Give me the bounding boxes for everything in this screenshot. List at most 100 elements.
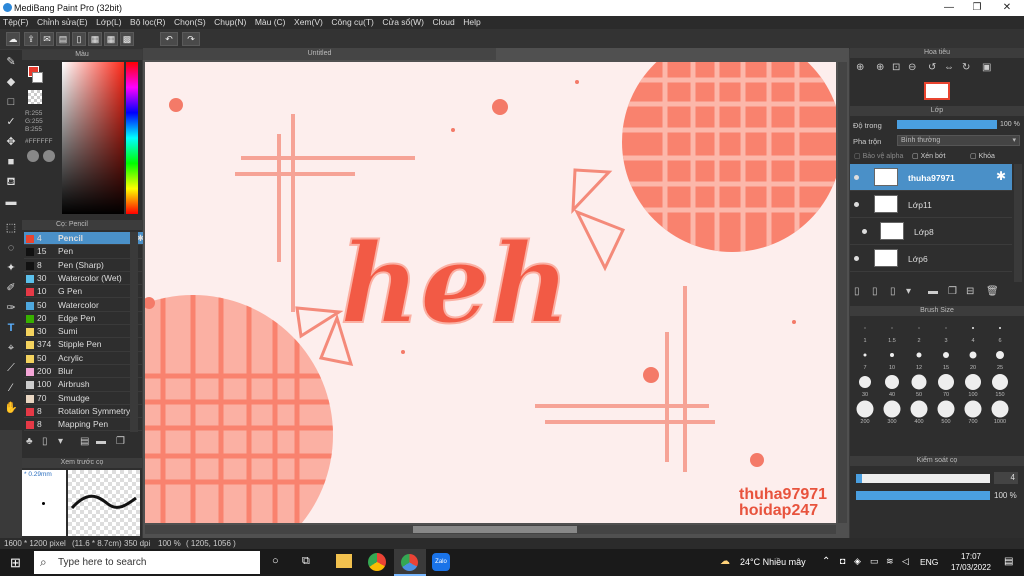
color-settings-icon[interactable] [43,150,55,162]
new-layer-8bit-icon[interactable]: ▯ [872,286,878,297]
rotate-right-icon[interactable]: ↻ [962,62,970,73]
clipping-checkbox[interactable]: ▢ Xén bớt [912,152,945,160]
eraser-tool-icon[interactable]: ◆ [3,74,19,90]
horizontal-scrollbar[interactable] [145,525,836,534]
layer-row[interactable]: Lớp11 [850,191,1012,218]
share-icon[interactable]: ⇪ [24,32,38,46]
visibility-icon[interactable] [862,229,867,234]
add-brush-icon[interactable]: ♣ [26,436,33,447]
select-tool-icon[interactable]: ⬚ [3,220,19,236]
menu-view[interactable]: Xem(V) [291,16,326,29]
brush-size-option[interactable]: 7 [852,345,878,371]
brush-size-option[interactable]: 300 [879,399,905,425]
weather-text[interactable]: 24°C Nhiều mây [740,557,806,567]
menu-tools[interactable]: Công cụ(T) [328,16,377,29]
zoom-out-icon[interactable]: ⊖ [908,62,916,73]
layer-row[interactable]: thuha97971 ✱ [850,164,1012,191]
brush-size-option[interactable]: 40 [879,372,905,398]
menu-select[interactable]: Chọn(S) [171,16,209,29]
brush-size-option[interactable]: 150 [987,372,1013,398]
brush-size-option[interactable]: 50 [906,372,932,398]
flip-icon[interactable]: ⇔ [944,62,954,73]
menu-edit[interactable]: Chỉnh sửa(E) [34,16,91,29]
duplicate-layer-icon[interactable]: ❐ [948,286,957,297]
merge-layer-icon[interactable]: ⊟ [966,286,974,297]
task-view-icon[interactable]: ⧉ [302,555,310,568]
brush-size-option[interactable]: 25 [987,345,1013,371]
magic-wand-icon[interactable]: ✦ [3,260,19,276]
close-button[interactable]: ✕ [992,0,1022,16]
notification-icon[interactable]: ▤ [1004,556,1013,567]
menu-snap[interactable]: Chụp(N) [211,16,249,29]
antivirus-icon[interactable]: ◈ [854,556,861,567]
brush-size-option[interactable]: 500 [933,399,959,425]
page-icon[interactable]: ▤ [56,32,70,46]
brush-size-value[interactable]: 4 [994,472,1018,484]
divide-tool-icon[interactable]: ⟋ [3,360,19,376]
folder-icon[interactable]: ▬ [928,286,938,297]
brush-size-option[interactable]: 1000 [987,399,1013,425]
menu-filter[interactable]: Bộ lọc(R) [127,16,168,29]
battery-icon[interactable]: ▭ [870,556,879,567]
saturation-value-picker[interactable] [62,62,124,214]
brush-tool-icon[interactable]: ✎ [3,54,19,70]
transparent-swatch[interactable] [28,90,42,104]
brush-size-option[interactable]: 10 [879,345,905,371]
layer-row[interactable]: Lớp6 [850,245,1012,272]
brush-size-option[interactable]: 1.5 [879,318,905,344]
cloud-icon[interactable]: ☁ [6,32,20,46]
hue-slider[interactable] [126,62,138,214]
menu-color[interactable]: Màu (C) [252,16,289,29]
duplicate-brush-icon[interactable]: ▤ [80,436,89,447]
wifi-icon[interactable]: ≋ [886,556,894,567]
brush-size-option[interactable]: 20 [960,345,986,371]
brush-size-option[interactable]: 400 [906,399,932,425]
brush-size-option[interactable]: 100 [960,372,986,398]
eyedropper-icon[interactable]: ⁄ [3,380,19,396]
navigator-thumbnail[interactable] [924,82,950,100]
brush-size-slider[interactable] [856,474,990,483]
vertical-scrollbar[interactable] [838,62,847,523]
fill-rect-tool-icon[interactable]: ■ [3,154,19,170]
menu-help[interactable]: Help [460,16,483,29]
language-indicator[interactable]: ENG [920,557,938,567]
menu-cloud[interactable]: Cloud [430,16,458,29]
drawing-canvas[interactable]: heh thuha97971 hoidap247 [145,62,836,523]
palette-icon[interactable] [27,150,39,162]
background-color-swatch[interactable] [32,72,43,83]
cortana-icon[interactable]: ○ [272,555,279,567]
lock-icon[interactable]: ▣ [982,62,991,73]
chevron-up-icon[interactable]: ⌃ [822,556,830,567]
brush-size-option[interactable]: 3 [933,318,959,344]
camera-icon[interactable]: ◘ [840,556,845,566]
menu-file[interactable]: Tệp(F) [0,16,32,29]
grid-settings-icon[interactable]: ▦ [104,32,118,46]
copy-icon[interactable]: ❐ [116,436,125,447]
add-layer-menu-icon[interactable]: ▾ [906,286,911,297]
scroll-thumb[interactable] [413,526,577,533]
menu-window[interactable]: Cửa sổ(W) [379,16,427,29]
brush-size-option[interactable]: 6 [987,318,1013,344]
volume-icon[interactable]: ◁ [902,556,909,567]
gradient-tool-icon[interactable]: ▬ [3,194,19,210]
brush-size-option[interactable]: 700 [960,399,986,425]
brush-size-option[interactable]: 15 [933,345,959,371]
blend-mode-select[interactable]: Bình thường ▾ [897,135,1020,146]
taskbar-search[interactable]: ⌕ Type here to search [34,551,260,574]
zoom-in-icon[interactable]: ⊕ [856,62,864,73]
gear-icon[interactable]: ✱ [996,169,1006,183]
operation-tool-icon[interactable]: ⌖ [3,340,19,356]
bucket-tool-icon[interactable]: ⛾ [3,174,19,190]
dot-tool-icon[interactable]: ✓ [3,114,19,130]
file-explorer-icon[interactable] [336,554,352,568]
brush-size-option[interactable]: 4 [960,318,986,344]
new-brush-icon[interactable]: ▯ [42,436,48,447]
hand-tool-icon[interactable]: ✋ [3,400,19,416]
visibility-icon[interactable] [854,202,859,207]
brush-size-option[interactable]: 30 [852,372,878,398]
visibility-icon[interactable] [854,256,859,261]
layer-scrollbar[interactable] [1014,164,1022,282]
folder-icon[interactable]: ▬ [96,436,106,447]
clock[interactable]: 17:07 17/03/2022 [946,551,996,573]
brush-list-scrollbar[interactable] [130,232,138,432]
